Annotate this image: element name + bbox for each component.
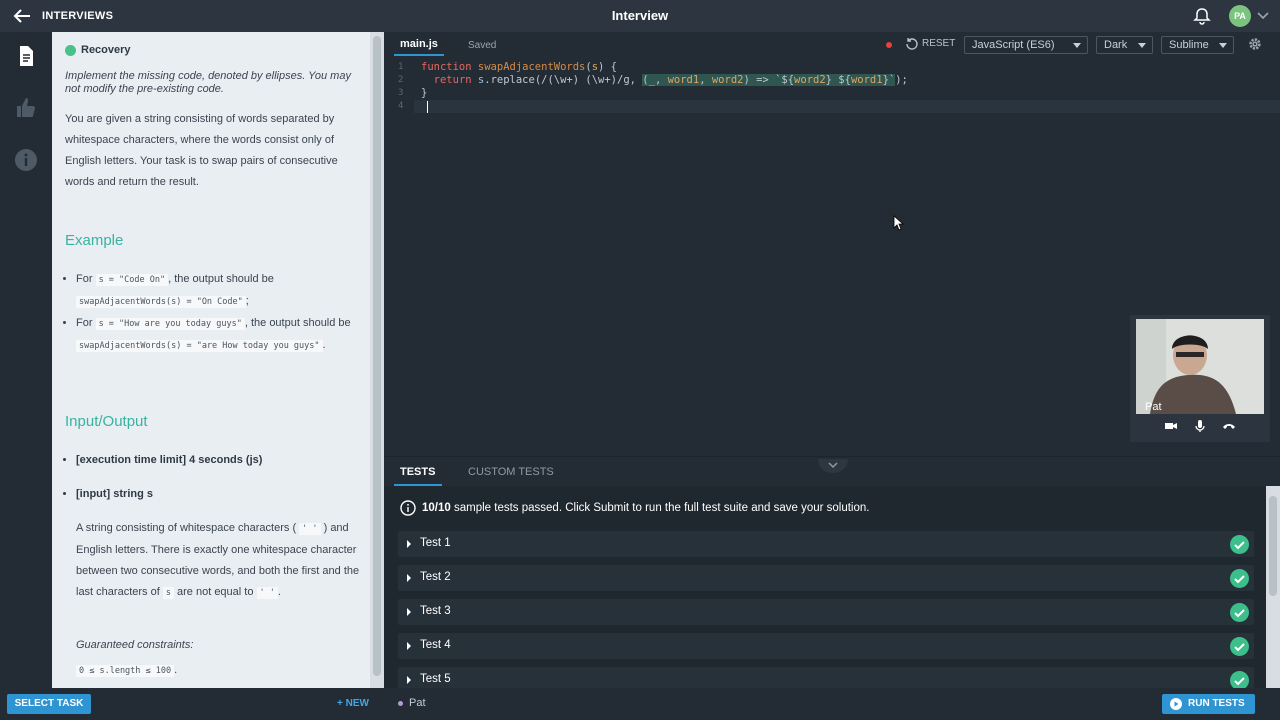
top-bar: INTERVIEWS Interview PA xyxy=(0,0,1280,32)
io-list: [execution time limit] 4 seconds (js) xyxy=(76,450,361,471)
keymap-select[interactable]: Sublime xyxy=(1161,36,1234,54)
code-line-2: return s.replace(/(\w+) (\w+)/g, (_, wor… xyxy=(433,74,908,86)
text-cursor xyxy=(427,101,428,113)
chevron-down-icon xyxy=(828,462,838,469)
caret-down-icon xyxy=(1219,43,1227,48)
tests-scrollbar[interactable] xyxy=(1266,486,1280,688)
tests-panel: 10/10 sample tests passed. Click Submit … xyxy=(384,486,1266,688)
task-scrollbar[interactable] xyxy=(370,32,384,688)
input-description: A string consisting of whitespace charac… xyxy=(76,522,360,599)
left-rail xyxy=(0,32,52,688)
constraints-label: Guaranteed constraints: xyxy=(76,639,194,651)
list-item: [execution time limit] 4 seconds (js) xyxy=(76,450,361,471)
expand-triangle-icon xyxy=(407,642,411,650)
line-number: 1 xyxy=(398,62,404,72)
recording-indicator xyxy=(886,42,892,48)
tab-custom-tests[interactable]: CUSTOM TESTS xyxy=(468,466,554,478)
list-item: [input] string s xyxy=(76,484,361,505)
info-icon xyxy=(400,500,416,516)
constraint-value: 0 ≤ s.length ≤ 100. xyxy=(76,660,177,682)
io-list: [input] string s xyxy=(76,484,361,505)
save-status: Saved xyxy=(468,40,497,51)
bell-icon[interactable] xyxy=(1193,7,1211,25)
participant-indicator: Pat xyxy=(398,697,426,709)
chevron-down-icon[interactable] xyxy=(1257,11,1269,21)
thumbs-up-icon[interactable] xyxy=(14,96,38,120)
bottom-bar: SELECT TASK + NEW Pat RUN TESTS xyxy=(0,688,1280,720)
info-icon[interactable] xyxy=(14,148,38,172)
microphone-icon[interactable] xyxy=(1193,419,1207,433)
camera-icon[interactable] xyxy=(1164,419,1178,433)
language-select[interactable]: JavaScript (ES6) xyxy=(964,36,1088,54)
caret-down-icon xyxy=(1073,43,1081,48)
status-dot-icon xyxy=(65,44,76,56)
task-header: Recovery xyxy=(65,44,131,56)
tests-summary: 10/10 sample tests passed. Click Submit … xyxy=(400,500,869,516)
example-list: For s = "Code On", the output should be … xyxy=(76,269,361,357)
select-task-button[interactable]: SELECT TASK xyxy=(7,694,91,714)
scrollbar-thumb[interactable] xyxy=(373,36,381,676)
test-row[interactable]: Test 4 xyxy=(398,633,1254,659)
task-intro: Implement the missing code, denoted by e… xyxy=(65,70,351,95)
avatar[interactable]: PA xyxy=(1229,5,1251,27)
tests-tab-bar: TESTS CUSTOM TESTS xyxy=(384,456,1280,486)
task-title: Recovery xyxy=(81,44,131,56)
gear-icon[interactable] xyxy=(1248,37,1262,51)
line-number: 3 xyxy=(398,88,404,98)
test-row[interactable]: Test 2 xyxy=(398,565,1254,591)
theme-select[interactable]: Dark xyxy=(1096,36,1153,54)
list-item: For s = "Code On", the output should be … xyxy=(76,269,361,313)
expand-triangle-icon xyxy=(407,608,411,616)
check-icon xyxy=(1230,535,1249,554)
example-heading: Example xyxy=(65,232,124,249)
play-icon xyxy=(1170,698,1182,710)
test-row[interactable]: Test 1 xyxy=(398,531,1254,557)
video-feed: Pat xyxy=(1136,319,1264,414)
run-tests-button[interactable]: RUN TESTS xyxy=(1162,694,1255,714)
reset-button[interactable]: RESET xyxy=(905,37,955,50)
caret-down-icon xyxy=(1138,43,1146,48)
presence-dot xyxy=(398,700,403,706)
page-title: Interview xyxy=(611,8,669,23)
check-icon xyxy=(1230,569,1249,588)
video-tile: Pat xyxy=(1130,315,1270,442)
test-row[interactable]: Test 3 xyxy=(398,599,1254,625)
participant-video xyxy=(1136,319,1264,414)
active-line-highlight xyxy=(414,100,1280,113)
check-icon xyxy=(1230,637,1249,656)
reset-icon xyxy=(906,38,918,50)
code-line-3: } xyxy=(421,87,428,99)
document-icon[interactable] xyxy=(14,44,38,68)
hang-up-icon[interactable] xyxy=(1222,419,1236,433)
line-number: 2 xyxy=(398,75,404,85)
code-line-1: function swapAdjacentWords(s) { xyxy=(421,61,617,73)
scrollbar-thumb[interactable] xyxy=(1269,496,1277,596)
tab-tests[interactable]: TESTS xyxy=(400,466,435,478)
expand-triangle-icon xyxy=(407,540,411,548)
tab-main-js[interactable]: main.js xyxy=(400,38,438,50)
io-heading: Input/Output xyxy=(65,413,148,430)
new-button[interactable]: + NEW xyxy=(337,698,369,709)
editor-toolbar: main.js Saved RESET JavaScript (ES6) Dar… xyxy=(384,32,1280,56)
expand-triangle-icon xyxy=(407,574,411,582)
expand-triangle-icon xyxy=(407,676,411,684)
list-item: For s = "How are you today guys", the ou… xyxy=(76,313,361,357)
collapse-panel-button[interactable] xyxy=(818,459,848,473)
line-number: 4 xyxy=(398,101,404,111)
check-icon xyxy=(1230,603,1249,622)
check-icon xyxy=(1230,671,1249,688)
task-panel: Recovery Implement the missing code, den… xyxy=(52,32,370,688)
participant-name: Pat xyxy=(1145,401,1162,413)
test-row[interactable]: Test 5 xyxy=(398,667,1254,688)
mouse-pointer-icon xyxy=(893,215,905,231)
task-body: You are given a string consisting of wor… xyxy=(65,113,338,188)
